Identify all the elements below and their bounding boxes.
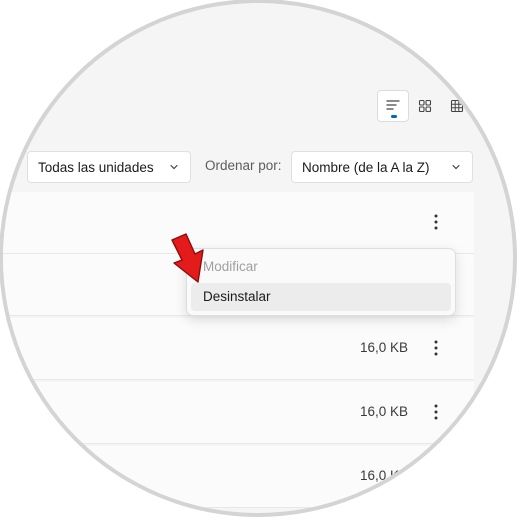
more-options-icon[interactable] [428,464,444,488]
menu-item-modify: Modificar [203,259,258,274]
more-options-icon[interactable] [428,210,444,234]
chevron-down-icon [170,164,178,170]
red-arrow-annotation [171,233,204,283]
more-options-icon[interactable] [428,336,444,360]
app-list-row[interactable]: 16,0 KB [3,382,474,444]
list-view-icon [386,100,400,110]
grid-view-icon [418,99,432,113]
drive-filter-value: Todas las unidades [38,159,154,175]
sort-value: Nombre (de la A la Z) [302,159,430,175]
app-list-row[interactable]: 16,0 KB [3,446,474,508]
app-size: 16,0 KB [359,404,408,419]
magnifier-circle: Todas las unidades Ordenar por: Nombre (… [3,3,513,513]
sort-dropdown[interactable]: Nombre (de la A la Z) [291,151,473,183]
drive-filter-dropdown[interactable]: Todas las unidades [27,151,191,183]
app-size: 16,0 KB [359,468,408,483]
more-options-icon[interactable] [428,400,444,424]
table-view-icon [450,99,464,113]
active-indicator [391,115,397,118]
context-menu: Modificar Desinstalar [186,248,456,316]
app-list-row[interactable] [3,192,474,254]
menu-item-uninstall[interactable]: Desinstalar [191,283,451,311]
app-size: 16,0 KB [359,340,408,355]
grid-view-button[interactable] [409,90,441,122]
list-view-button[interactable] [377,90,409,122]
table-view-button[interactable] [441,90,473,122]
chevron-down-icon [452,164,460,170]
sort-label: Ordenar por: [205,158,282,173]
app-list-row[interactable]: 16,0 KB [3,318,474,380]
